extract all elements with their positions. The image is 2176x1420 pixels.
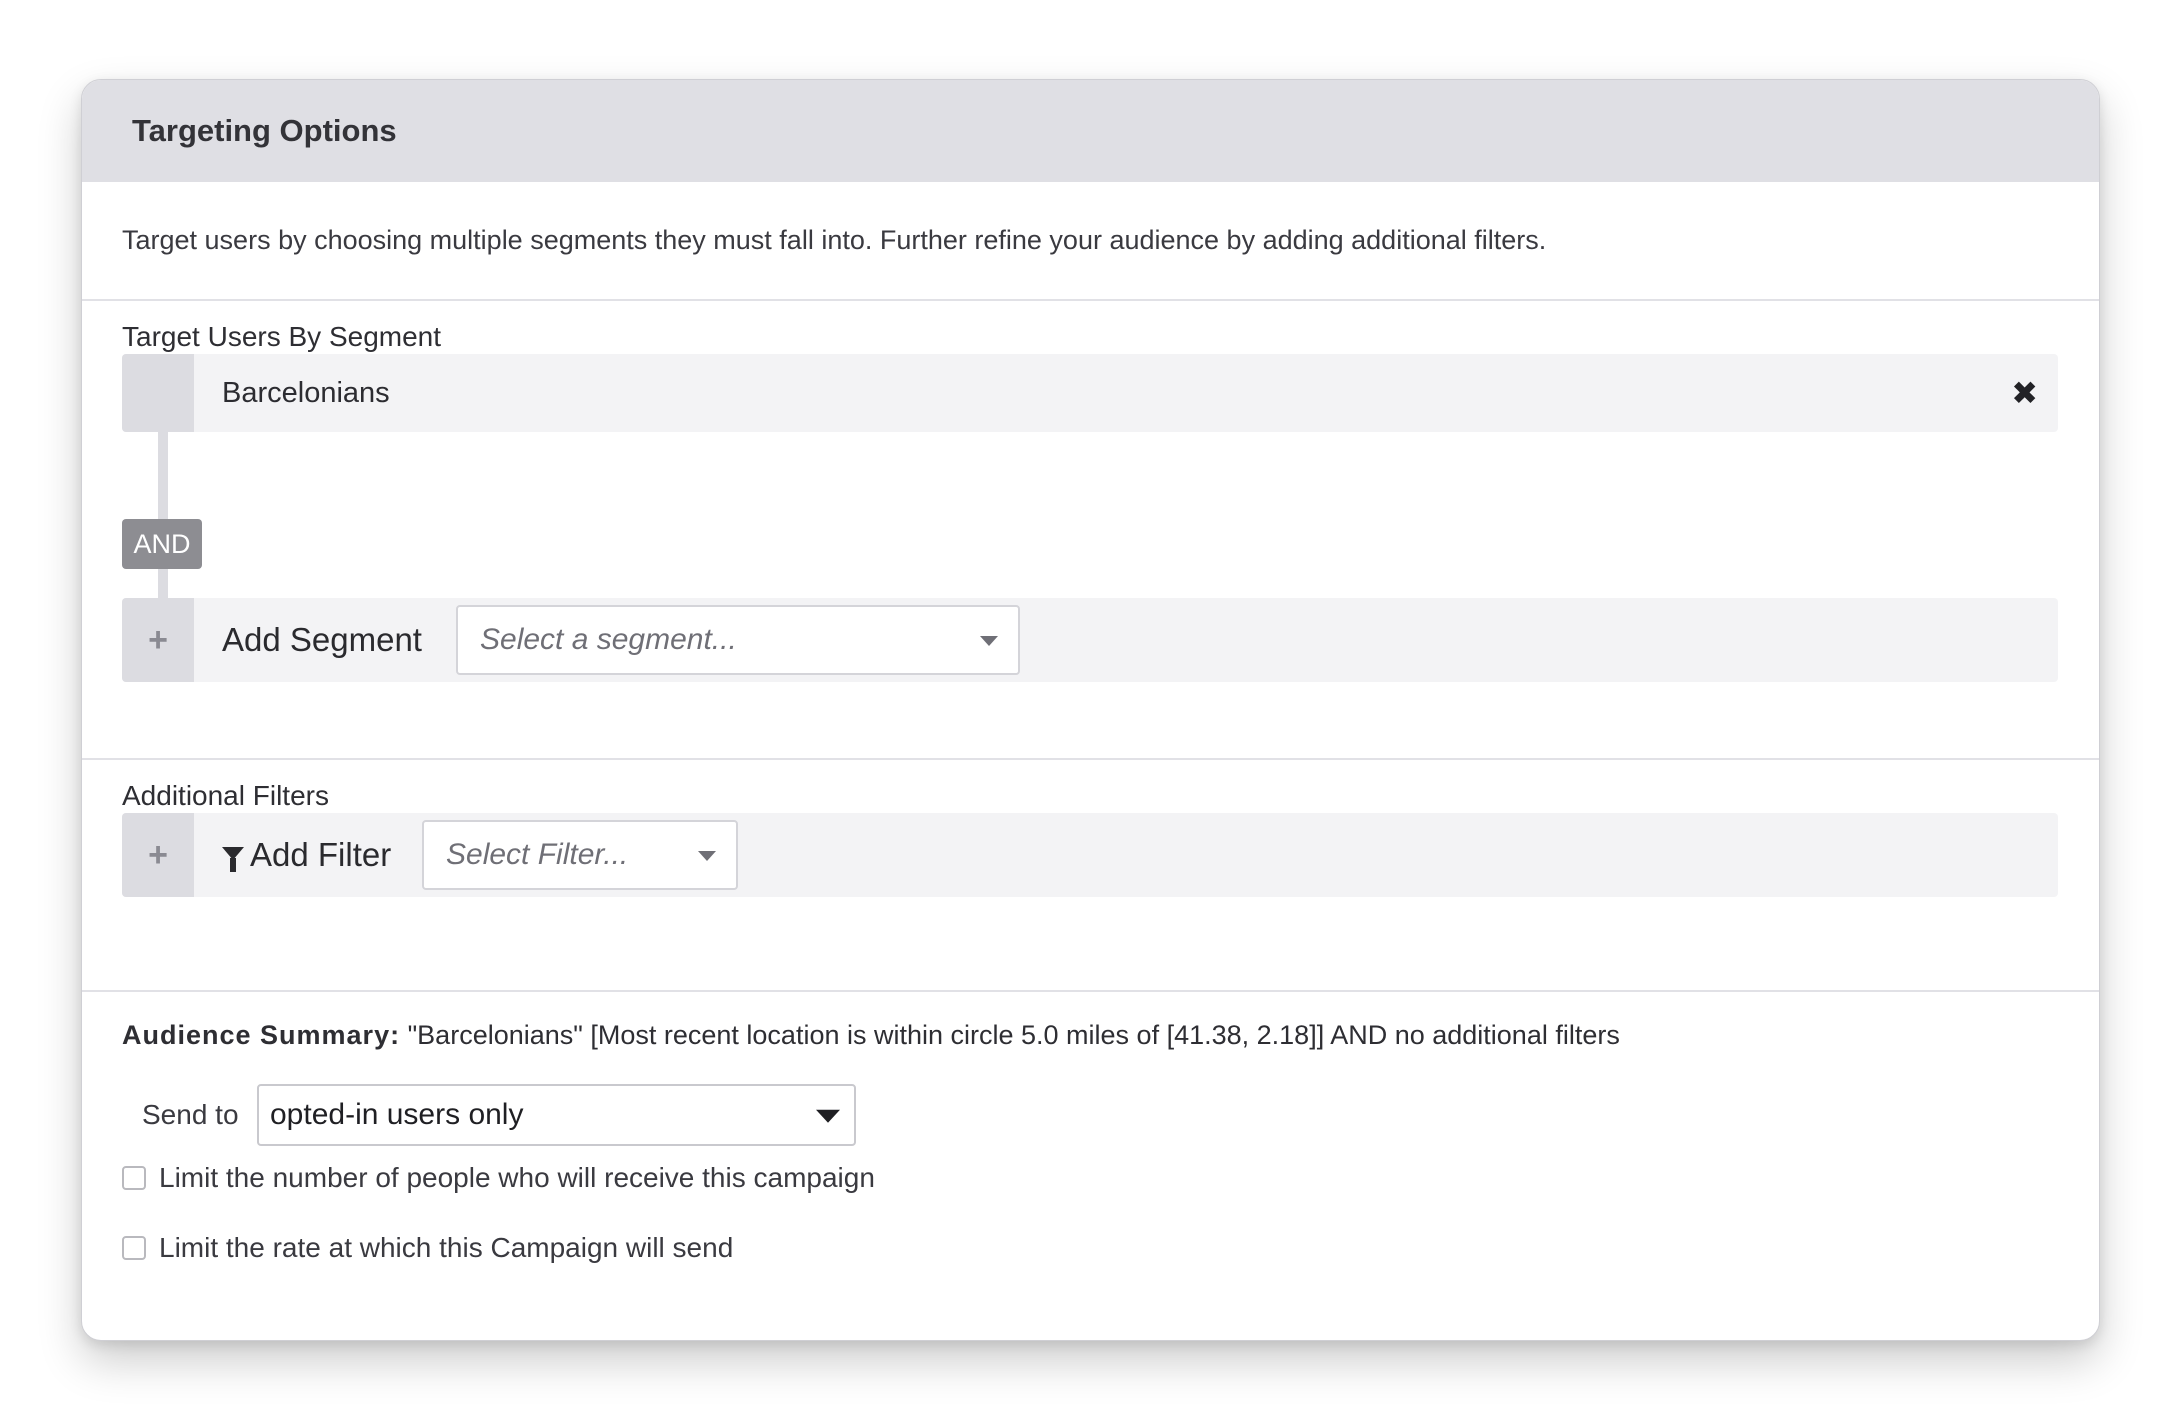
segment-row-gutter — [122, 354, 194, 432]
audience-summary: Audience Summary: "Barcelonians" [Most r… — [122, 1020, 1620, 1051]
audience-summary-label: Audience Summary: — [122, 1020, 401, 1050]
limit-rate-checkbox[interactable] — [122, 1236, 146, 1260]
add-filter-row: + Add Filter Select Filter... — [122, 813, 2058, 897]
send-to-select[interactable]: opted-in users only — [257, 1084, 856, 1146]
send-to-label: Send to — [142, 1099, 239, 1130]
segment-row-barcelonians: Barcelonians ✖ — [122, 354, 2058, 432]
add-segment-label: Add Segment — [222, 621, 422, 658]
intro-text: Target users by choosing multiple segmen… — [82, 182, 2099, 301]
limit-rate-option: Limit the rate at which this Campaign wi… — [122, 1232, 733, 1264]
segments-section: Target Users By Segment Barcelonians ✖ A… — [82, 301, 2099, 760]
segments-section-title: Target Users By Segment — [122, 321, 442, 352]
limit-people-label: Limit the number of people who will rece… — [159, 1162, 875, 1193]
card-header: Targeting Options — [82, 80, 2099, 182]
limit-people-checkbox[interactable] — [122, 1166, 146, 1190]
filter-select-placeholder: Select Filter... — [446, 838, 629, 871]
add-filter-label: Add Filter — [250, 836, 392, 873]
segment-select-placeholder: Select a segment... — [480, 623, 737, 656]
add-segment-row: + Add Segment Select a segment... — [122, 598, 2058, 682]
filter-select[interactable]: Select Filter... — [422, 820, 738, 890]
send-to-value: opted-in users only — [270, 1098, 524, 1131]
caret-down-icon — [816, 1109, 840, 1123]
intro-description: Target users by choosing multiple segmen… — [122, 225, 1547, 255]
chevron-down-icon — [980, 636, 998, 646]
summary-section: Audience Summary: "Barcelonians" [Most r… — [82, 992, 2099, 1340]
segment-name: Barcelonians — [222, 376, 390, 409]
segment-connector-line-upper — [158, 432, 168, 520]
limit-people-option: Limit the number of people who will rece… — [122, 1162, 875, 1194]
and-operator-badge: AND — [122, 519, 202, 569]
filters-section-title: Additional Filters — [122, 780, 329, 811]
funnel-icon — [222, 846, 244, 872]
add-filter-label-group: Add Filter — [222, 813, 391, 897]
segment-select[interactable]: Select a segment... — [456, 605, 1020, 675]
close-x-icon[interactable]: ✖ — [2011, 354, 2038, 432]
card-title: Targeting Options — [132, 113, 397, 148]
plus-icon[interactable]: + — [122, 813, 194, 897]
plus-icon[interactable]: + — [122, 598, 194, 682]
audience-summary-text: "Barcelonians" [Most recent location is … — [407, 1020, 1620, 1050]
limit-rate-label: Limit the rate at which this Campaign wi… — [159, 1232, 734, 1263]
filters-section: Additional Filters + Add Filter Select F… — [82, 760, 2099, 992]
targeting-options-card: Targeting Options Target users by choosi… — [81, 79, 2100, 1341]
chevron-down-icon — [698, 851, 716, 861]
